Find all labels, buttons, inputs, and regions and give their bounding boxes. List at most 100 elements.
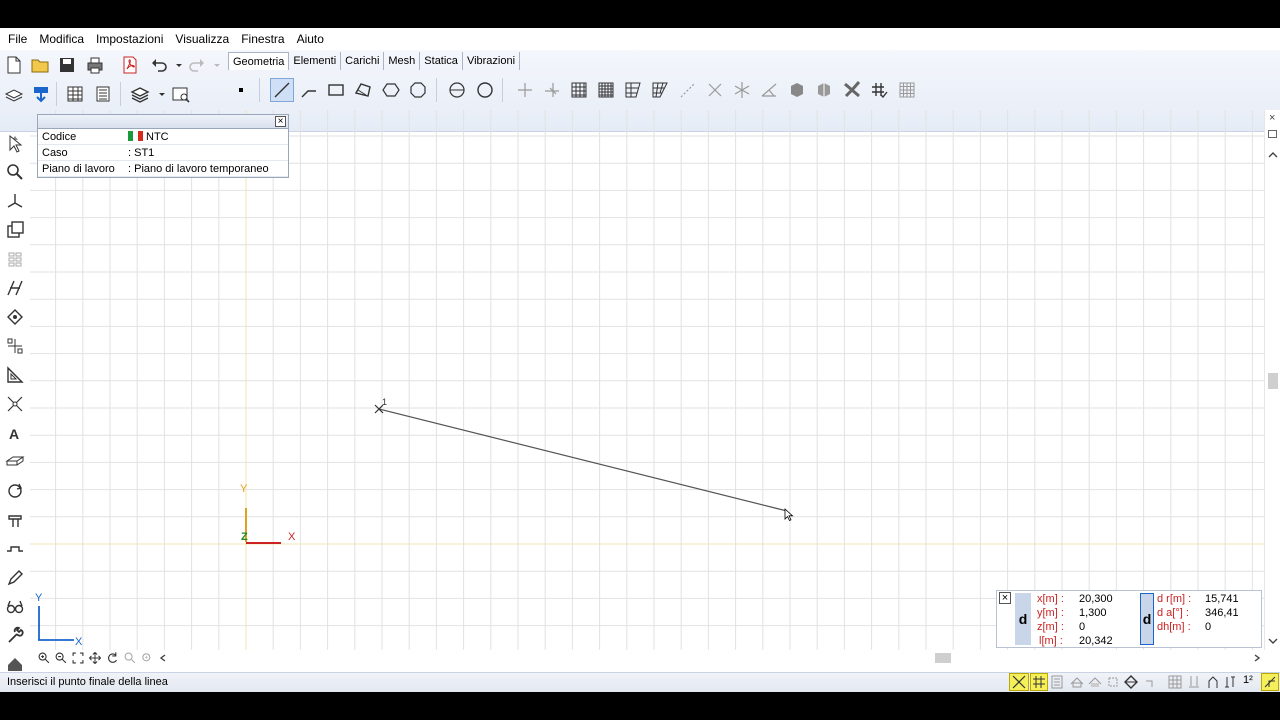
rectangle-tool-icon[interactable] <box>324 78 348 102</box>
canvas-svg[interactable]: 1 Y X Z Y X <box>30 110 1264 650</box>
save-icon[interactable] <box>55 53 79 77</box>
snap-fork-icon[interactable] <box>1206 675 1220 692</box>
scroll-up-arrow-icon[interactable] <box>1267 150 1279 160</box>
menu-visualizza[interactable]: Visualizza <box>169 28 235 50</box>
pdf-icon[interactable] <box>118 53 142 77</box>
wrench-icon[interactable] <box>3 624 27 648</box>
node-icon[interactable] <box>3 305 27 329</box>
hexagon-tool-icon[interactable] <box>379 78 403 102</box>
intersect-tool-icon[interactable] <box>513 78 537 102</box>
arc-tool-icon[interactable] <box>445 78 469 102</box>
grid-list-icon[interactable] <box>3 247 27 271</box>
grid-check-icon[interactable] <box>867 78 891 102</box>
coord-badge-absolute[interactable]: d <box>1015 593 1031 645</box>
triangle-ruler-icon[interactable] <box>3 363 27 387</box>
drawing-canvas[interactable]: 1 Y X Z Y X <box>30 110 1264 650</box>
table-icon[interactable] <box>63 82 87 106</box>
snap-vertical-icon[interactable] <box>1187 675 1201 692</box>
dimension-icon[interactable] <box>3 276 27 300</box>
split-tool-icon[interactable] <box>540 78 564 102</box>
polygon-tool-icon[interactable] <box>351 78 375 102</box>
glasses-icon[interactable] <box>3 595 27 619</box>
polyline-tool-icon[interactable] <box>297 78 321 102</box>
menu-file[interactable]: File <box>2 28 33 50</box>
menu-finestra[interactable]: Finestra <box>235 28 290 50</box>
diagonal-line-icon[interactable] <box>676 78 700 102</box>
menu-impostazioni[interactable]: Impostazioni <box>90 28 169 50</box>
hscroll-thumb[interactable] <box>935 653 951 663</box>
import-dxf-icon[interactable] <box>29 82 53 106</box>
scroll-left-arrow-icon[interactable] <box>158 653 168 663</box>
zoom-dynamic-icon[interactable] <box>135 646 159 670</box>
snap-ortho-icon[interactable] <box>1261 673 1279 691</box>
octagon-tool-icon[interactable] <box>406 78 430 102</box>
copy-icon[interactable] <box>3 218 27 242</box>
close-doc-icon[interactable]: × <box>1269 112 1275 124</box>
vertical-scrollbar[interactable]: × <box>1264 110 1280 650</box>
grid-settings-icon[interactable] <box>895 78 919 102</box>
list-icon[interactable] <box>91 82 115 106</box>
tab-geometria[interactable]: Geometria <box>228 52 290 70</box>
axes-icon[interactable] <box>3 189 27 213</box>
tab-vibrazioni[interactable]: Vibrazioni <box>463 52 521 70</box>
print-preview-icon[interactable] <box>169 82 193 106</box>
snap-sort-icon[interactable] <box>1223 675 1237 692</box>
scroll-right-arrow-icon[interactable] <box>1252 653 1262 663</box>
tab-elementi[interactable]: Elementi <box>289 52 342 70</box>
snap-grid-icon[interactable] <box>1030 673 1048 691</box>
tab-statica[interactable]: Statica <box>420 52 463 70</box>
snap-numbering-icon[interactable]: 1² <box>1243 674 1253 686</box>
snap-endpoint-icon[interactable] <box>1009 673 1029 691</box>
cut-tool-icon[interactable] <box>840 78 864 102</box>
trapezoid-grid-icon[interactable] <box>621 78 645 102</box>
snap-diamond-icon[interactable] <box>1124 675 1138 692</box>
line-tool-icon[interactable] <box>270 78 294 102</box>
angle-tool-icon[interactable] <box>757 78 781 102</box>
menu-modifica[interactable]: Modifica <box>33 28 90 50</box>
slab-icon[interactable] <box>3 450 27 474</box>
info-panel-titlebar[interactable]: × <box>38 115 288 129</box>
snap-surface-icon[interactable] <box>1088 675 1102 692</box>
zoom-icon[interactable] <box>3 160 27 184</box>
snap-table-icon[interactable] <box>1168 675 1182 692</box>
point-tool-icon[interactable] <box>229 78 253 102</box>
extrude-tool-icon[interactable] <box>812 78 836 102</box>
snap-list-icon[interactable] <box>1050 675 1064 692</box>
menu-aiuto[interactable]: Aiuto <box>291 28 330 50</box>
layer-manager-icon[interactable] <box>128 82 152 106</box>
spring-icon[interactable] <box>3 537 27 561</box>
tab-mesh[interactable]: Mesh <box>384 52 421 70</box>
tab-carichi[interactable]: Carichi <box>341 52 385 70</box>
circle-tool-icon[interactable] <box>473 78 497 102</box>
drawn-line[interactable] <box>378 408 788 512</box>
grid-tool-icon[interactable] <box>567 78 591 102</box>
restore-doc-icon[interactable] <box>1268 130 1277 138</box>
snap-corner-icon[interactable] <box>1144 675 1158 692</box>
info-close-icon[interactable]: × <box>275 116 286 127</box>
horizontal-scrollbar[interactable] <box>30 650 1264 666</box>
select-arrow-icon[interactable] <box>3 132 27 156</box>
layers-icon[interactable] <box>2 82 26 106</box>
new-file-icon[interactable] <box>2 53 26 77</box>
solid-tool-icon[interactable] <box>785 78 809 102</box>
scroll-down-arrow-icon[interactable] <box>1267 636 1279 646</box>
snap-layer-icon[interactable] <box>1070 675 1084 692</box>
beam-icon[interactable] <box>3 508 27 532</box>
cross-tool-icon[interactable] <box>703 78 727 102</box>
skew-grid-icon[interactable] <box>648 78 672 102</box>
text-icon[interactable]: A <box>3 421 27 445</box>
redo-dropdown-icon[interactable] <box>205 53 229 77</box>
coord-badge-relative[interactable]: d <box>1140 593 1154 645</box>
dense-grid-tool-icon[interactable] <box>594 78 618 102</box>
vscroll-thumb[interactable] <box>1268 373 1278 389</box>
trim-icon[interactable] <box>3 392 27 416</box>
rotate-icon[interactable] <box>3 479 27 503</box>
open-folder-icon[interactable] <box>28 53 52 77</box>
pencil-icon[interactable] <box>3 566 27 590</box>
coord-close-icon[interactable]: × <box>999 592 1011 604</box>
print-icon[interactable] <box>83 53 107 77</box>
z-axis-label: Z <box>241 531 248 543</box>
star-tool-icon[interactable] <box>730 78 754 102</box>
snap-box-icon[interactable] <box>1106 675 1120 692</box>
snap-icon[interactable] <box>3 334 27 358</box>
